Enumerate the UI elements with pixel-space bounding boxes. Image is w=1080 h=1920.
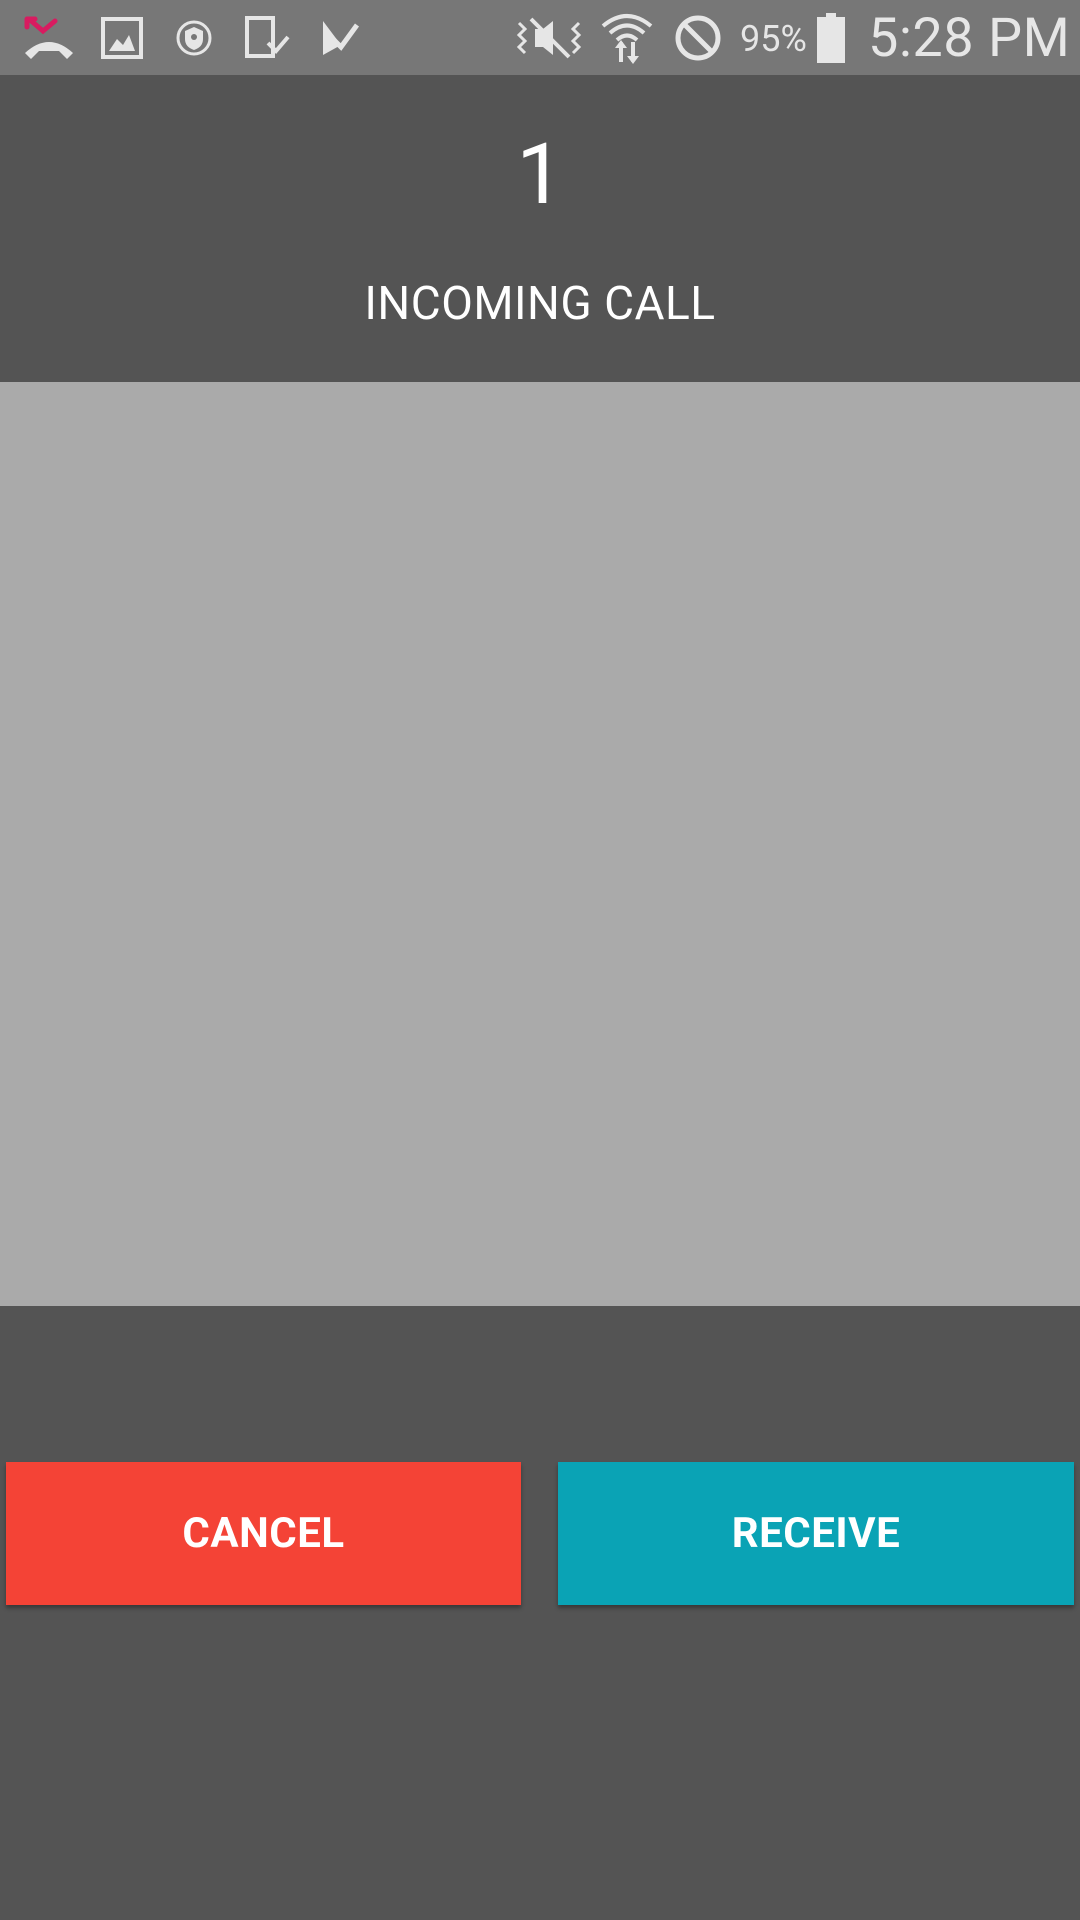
- video-preview: [0, 382, 1080, 1306]
- gallery-icon: [100, 0, 144, 75]
- cancel-button[interactable]: CANCEL: [6, 1462, 521, 1605]
- battery-icon: [816, 0, 846, 75]
- tablet-download-icon: [244, 0, 290, 75]
- status-bar: 95% 5:28 PM: [0, 0, 1080, 75]
- battery-percent: 95%: [740, 18, 807, 60]
- cancel-button-label: CANCEL: [182, 1509, 345, 1558]
- call-header: [0, 75, 1080, 382]
- vibrate-mute-icon: [512, 0, 586, 75]
- do-not-disturb-icon: [672, 0, 724, 75]
- caller-number: 1: [516, 125, 564, 224]
- receive-button-label: RECEIVE: [731, 1509, 901, 1558]
- wifi-icon: [598, 0, 656, 75]
- call-status-label: INCOMING CALL: [364, 277, 716, 331]
- missed-call-icon: [20, 0, 78, 75]
- clock: 5:28 PM: [868, 7, 1071, 70]
- play-store-check-icon: [318, 0, 362, 75]
- receive-button[interactable]: RECEIVE: [558, 1462, 1074, 1605]
- shield-icon: [174, 0, 214, 75]
